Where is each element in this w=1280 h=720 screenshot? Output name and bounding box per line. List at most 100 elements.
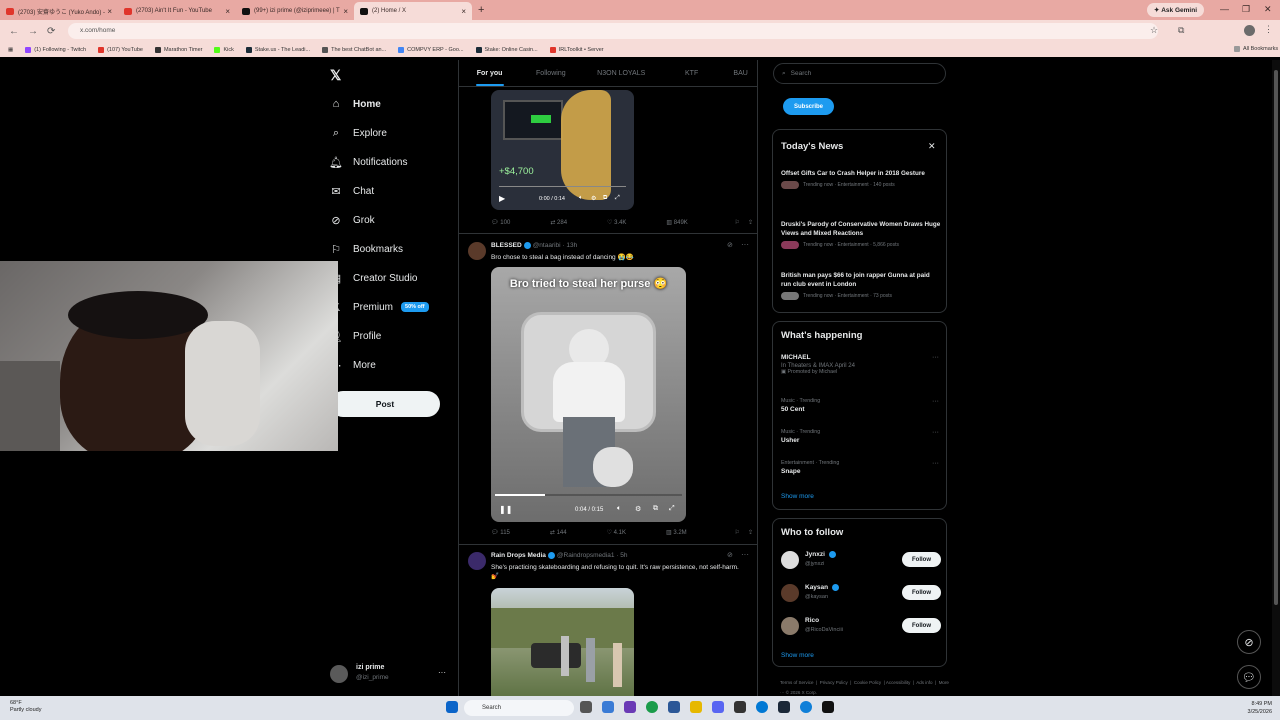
- tab-n3on-loyals[interactable]: N3ON LOYALS: [581, 60, 661, 86]
- sidebar-item-explore[interactable]: ⌕ Explore: [330, 127, 387, 139]
- close-icon[interactable]: ×: [225, 7, 230, 16]
- extensions-icon[interactable]: ⧉: [1178, 25, 1184, 36]
- forward-icon[interactable]: →: [28, 26, 38, 37]
- sidebar-item-premium[interactable]: 𝕏Premium50% off: [330, 301, 429, 314]
- avatar[interactable]: [468, 242, 486, 260]
- close-icon[interactable]: ×: [461, 7, 466, 16]
- sidebar-item-notifications[interactable]: 🔔︎ Notifications: [329, 156, 407, 169]
- minimize-icon[interactable]: —: [1220, 4, 1229, 14]
- follow-suggestion[interactable]: Rico @RicoDaVinciii Follow: [781, 615, 941, 637]
- apps-icon[interactable]: ▦: [8, 47, 13, 53]
- fullscreen-icon[interactable]: ⤢: [615, 195, 620, 202]
- url-input[interactable]: x.com/home: [68, 23, 1158, 39]
- author-handle[interactable]: @ntaaribi: [533, 242, 561, 249]
- ask-gemini-button[interactable]: ✦ Ask Gemini: [1146, 3, 1204, 17]
- footer-link[interactable]: Accessibility: [886, 680, 911, 685]
- subscribe-button[interactable]: Subscribe: [783, 98, 834, 115]
- sidebar-item-creator-studio[interactable]: ▤Creator Studio: [330, 272, 418, 285]
- post-button[interactable]: Post: [330, 391, 440, 417]
- author-name[interactable]: Rain Drops Media: [491, 552, 546, 559]
- app-icon[interactable]: [668, 701, 680, 713]
- author-handle[interactable]: @Raindropsmedia1: [557, 552, 615, 559]
- trend-item[interactable]: Music · Trending 50 Cent ···: [781, 398, 941, 413]
- app-icon[interactable]: [624, 701, 636, 713]
- more-icon[interactable]: ···: [932, 460, 939, 467]
- more-icon[interactable]: ···: [741, 240, 749, 249]
- task-view-icon[interactable]: [580, 701, 592, 713]
- browser-tab[interactable]: (2703) Ain't It Fun - YouTube ×: [118, 2, 236, 20]
- sidebar-item-home[interactable]: ⌂ Home: [330, 98, 381, 110]
- show-more-link[interactable]: Show more: [781, 652, 814, 659]
- bookmark-icon[interactable]: ⚐: [735, 529, 740, 536]
- folder-icon[interactable]: [690, 701, 702, 713]
- follow-suggestion[interactable]: Jynxzi @jynxzi Follow: [781, 549, 941, 571]
- chrome-icon[interactable]: [646, 701, 658, 713]
- bookmark-item[interactable]: Kick: [214, 46, 234, 53]
- settings-icon[interactable]: ⚙: [591, 195, 596, 202]
- reply-button[interactable]: 💬︎ 115: [491, 529, 530, 536]
- more-icon[interactable]: ···: [932, 354, 939, 361]
- author-name[interactable]: BLESSED: [491, 242, 522, 249]
- star-icon[interactable]: ☆: [1150, 25, 1158, 36]
- sidebar-item-chat[interactable]: ✉ Chat: [330, 185, 374, 198]
- news-item[interactable]: British man pays $66 to join rapper Gunn…: [781, 271, 941, 300]
- footer-link[interactable]: Cookie Policy: [854, 680, 881, 685]
- menu-icon[interactable]: ⋮: [1264, 24, 1273, 35]
- scrollbar-thumb[interactable]: [1274, 70, 1278, 605]
- video-progress[interactable]: [495, 494, 682, 496]
- sidebar-item-grok[interactable]: ⊘ Grok: [330, 214, 374, 227]
- more-icon[interactable]: ···: [932, 429, 939, 436]
- bookmark-item[interactable]: Marathon Timer: [154, 46, 202, 53]
- chat-icon[interactable]: 💬︎: [1237, 665, 1261, 689]
- pip-icon[interactable]: ⧉: [653, 505, 658, 513]
- bookmark-item[interactable]: COMPVY ERP - Goo...: [398, 46, 464, 53]
- close-icon[interactable]: ×: [343, 7, 348, 16]
- bookmark-icon[interactable]: ⚐: [735, 219, 740, 226]
- system-clock[interactable]: 8:49 PM 3/25/2026: [1248, 700, 1272, 716]
- like-button[interactable]: ♡ 3.4K: [607, 219, 646, 226]
- all-bookmarks[interactable]: All Bookmarks: [1234, 46, 1278, 52]
- views-button[interactable]: ▥ 3.2M: [666, 529, 707, 536]
- bookmark-item[interactable]: Stake.us - The Leadi...: [245, 46, 310, 53]
- reply-button[interactable]: 💬︎ 100: [491, 219, 530, 226]
- account-switcher[interactable]: izi prime @izi_prime ···: [330, 662, 450, 686]
- app-icon[interactable]: [756, 701, 768, 713]
- settings-icon[interactable]: ⚙: [635, 505, 641, 513]
- tweet-video[interactable]: Bro tried to steal her purse 😳 ❚❚ 0:04 /…: [491, 267, 686, 522]
- pause-icon[interactable]: ❚❚: [499, 505, 512, 514]
- grok-icon[interactable]: ⊘: [727, 241, 733, 249]
- steam-icon[interactable]: [778, 701, 790, 713]
- share-icon[interactable]: ⇪: [748, 529, 753, 536]
- bookmark-item[interactable]: IRLToolkit • Server: [549, 46, 604, 53]
- footer-link[interactable]: Terms of Service: [780, 680, 814, 685]
- search-input[interactable]: ⌕ Search: [773, 63, 946, 84]
- bookmark-item[interactable]: (1) Following - Twitch: [25, 46, 86, 53]
- footer-link[interactable]: Ads info: [916, 680, 932, 685]
- tweet-video[interactable]: +$4,700 ▶ 0:00 / 0:14 🔈︎ ⚙ ⧉ ⤢: [491, 90, 634, 210]
- trend-item[interactable]: Music · Trending Usher ···: [781, 429, 941, 444]
- repost-button[interactable]: ⇄ 144: [550, 529, 587, 536]
- sidebar-item-bookmarks[interactable]: ⚐ Bookmarks: [330, 243, 403, 256]
- tab-for-you[interactable]: For you: [459, 60, 520, 86]
- tab-bau[interactable]: BAU: [722, 60, 757, 86]
- video-progress[interactable]: [499, 186, 626, 187]
- back-icon[interactable]: ←: [9, 26, 19, 37]
- app-icon[interactable]: [602, 701, 614, 713]
- browser-tab[interactable]: (2703) 安齋ゆうこ (Yuko Ando) - ×: [0, 2, 118, 20]
- trend-item[interactable]: Entertainment · Trending Snape ···: [781, 460, 941, 475]
- fullscreen-icon[interactable]: ⤢: [669, 505, 675, 513]
- tab-following[interactable]: Following: [520, 60, 581, 86]
- like-button[interactable]: ♡ 4.1K: [607, 529, 646, 536]
- views-button[interactable]: ▥ 849K: [666, 219, 707, 226]
- footer-link[interactable]: Privacy Policy: [820, 680, 848, 685]
- bookmark-item[interactable]: The best ChatBot an...: [322, 46, 386, 53]
- grok-icon[interactable]: ⊘: [1237, 630, 1261, 654]
- app-icon[interactable]: [734, 701, 746, 713]
- avatar[interactable]: [1244, 25, 1255, 36]
- show-more-link[interactable]: Show more: [781, 493, 814, 500]
- browser-tab[interactable]: (99+) izi prime (@iziprimeee) | T ×: [236, 2, 354, 20]
- volume-icon[interactable]: 🔈︎: [579, 195, 583, 202]
- more-icon[interactable]: ···: [932, 398, 939, 405]
- follow-button[interactable]: Follow: [902, 585, 941, 600]
- follow-button[interactable]: Follow: [902, 618, 941, 633]
